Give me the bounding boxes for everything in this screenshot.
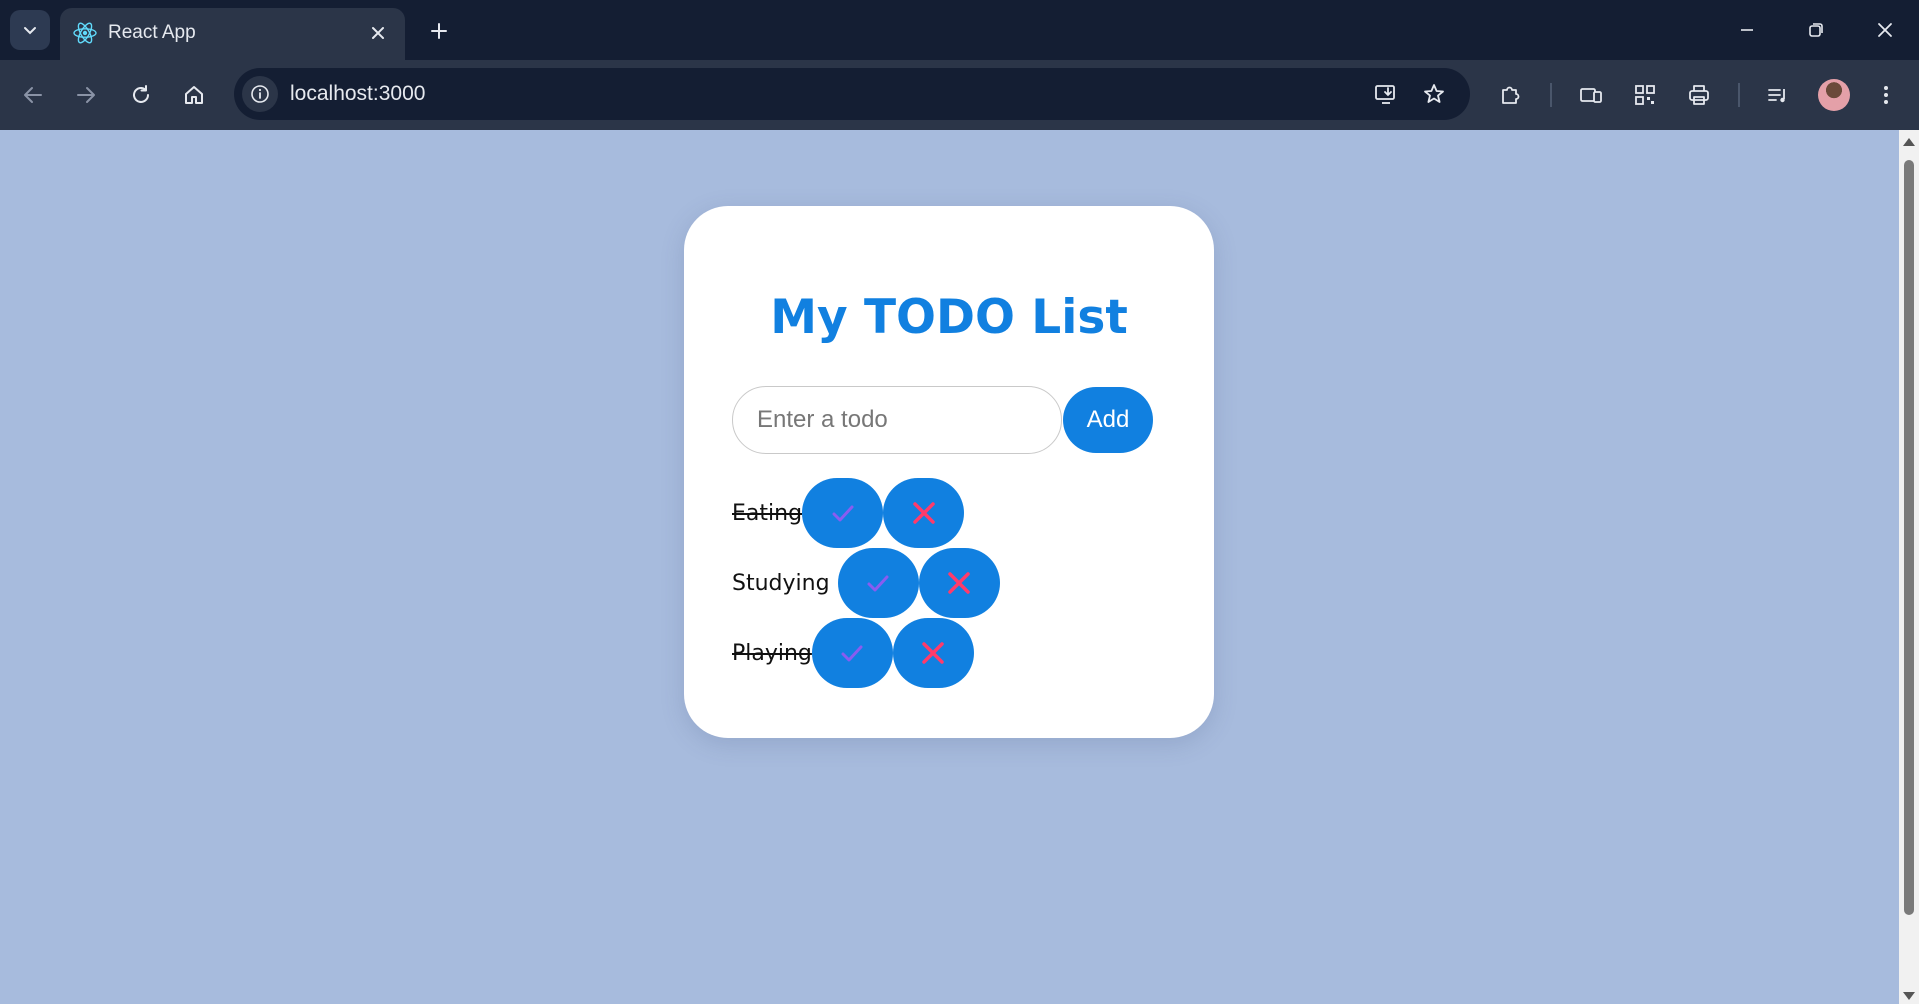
check-icon [841,645,863,662]
tab-title: React App [108,22,196,43]
page-viewport: My TODO List Add Eating Studying [0,130,1899,1004]
todo-text: Studying [732,570,830,596]
close-icon [1878,23,1892,37]
tab-close-button[interactable] [363,18,393,48]
minimize-icon [1741,29,1753,31]
scroll-thumb[interactable] [1904,160,1914,915]
extensions-button[interactable] [1490,75,1530,115]
site-info-button[interactable] [242,76,278,112]
browser-toolbar: localhost:3000 [0,60,1919,130]
install-icon [1375,85,1395,104]
todo-card: My TODO List Add Eating Studying [684,206,1214,738]
todo-text: Playing [732,640,812,666]
new-tab-button[interactable] [422,14,456,48]
complete-button[interactable] [802,478,884,548]
add-todo-button[interactable]: Add [1063,387,1153,453]
printer-icon [1689,85,1709,105]
toolbar-separator [1738,83,1740,107]
page-scrollbar[interactable] [1899,130,1919,1004]
devices-icon [1580,88,1602,103]
browser-tab[interactable]: React App [60,8,405,60]
back-button[interactable] [13,75,53,115]
toolbar-separator [1550,83,1552,107]
info-icon [251,85,269,103]
todo-text: Eating [732,500,803,526]
restore-button[interactable] [1793,10,1839,50]
arrow-left-icon [24,87,42,103]
react-logo-icon [73,22,97,44]
reload-icon [133,85,149,103]
forward-button[interactable] [66,75,106,115]
puzzle-icon [1502,86,1520,104]
arrow-right-icon [77,87,95,103]
close-icon [912,502,935,524]
close-icon [948,572,970,594]
tab-search-button[interactable] [10,10,50,50]
delete-button[interactable] [892,618,974,688]
complete-button[interactable] [837,548,919,618]
media-controls-button[interactable] [1758,75,1798,115]
page-title: My TODO List [770,290,1128,345]
install-app-button[interactable] [1366,74,1406,114]
chevron-down-icon [24,27,36,35]
more-vertical-icon [1884,86,1888,104]
delete-button[interactable] [918,548,1000,618]
reload-button[interactable] [121,75,161,115]
menu-button[interactable] [1866,75,1906,115]
plus-icon [431,23,447,39]
address-bar[interactable]: localhost:3000 [234,68,1470,120]
url-text: localhost:3000 [290,82,426,105]
bookmark-button[interactable] [1414,74,1454,114]
minimize-button[interactable] [1724,10,1770,50]
check-icon [867,575,889,592]
restore-icon [1809,23,1823,37]
print-button[interactable] [1679,75,1719,115]
todo-item: Playing [732,618,974,688]
todo-input[interactable] [732,386,1062,454]
home-button[interactable] [174,75,214,115]
close-icon [922,642,945,664]
browser-tab-bar: React App [0,0,1919,60]
delete-button[interactable] [883,478,965,548]
cast-devices-button[interactable] [1571,75,1611,115]
scroll-up-arrow-icon[interactable] [1903,138,1915,146]
complete-button[interactable] [811,618,893,688]
star-icon [1424,84,1444,103]
check-icon [832,505,854,522]
profile-avatar[interactable] [1818,79,1850,111]
playlist-icon [1768,89,1785,103]
qr-code-button[interactable] [1625,75,1665,115]
close-window-button[interactable] [1862,10,1908,50]
close-icon [372,27,384,39]
todo-item: Eating [732,478,965,548]
scroll-down-arrow-icon[interactable] [1903,992,1915,1000]
todo-item: Studying [732,548,1000,618]
qr-code-icon [1635,85,1655,105]
home-icon [185,86,203,104]
